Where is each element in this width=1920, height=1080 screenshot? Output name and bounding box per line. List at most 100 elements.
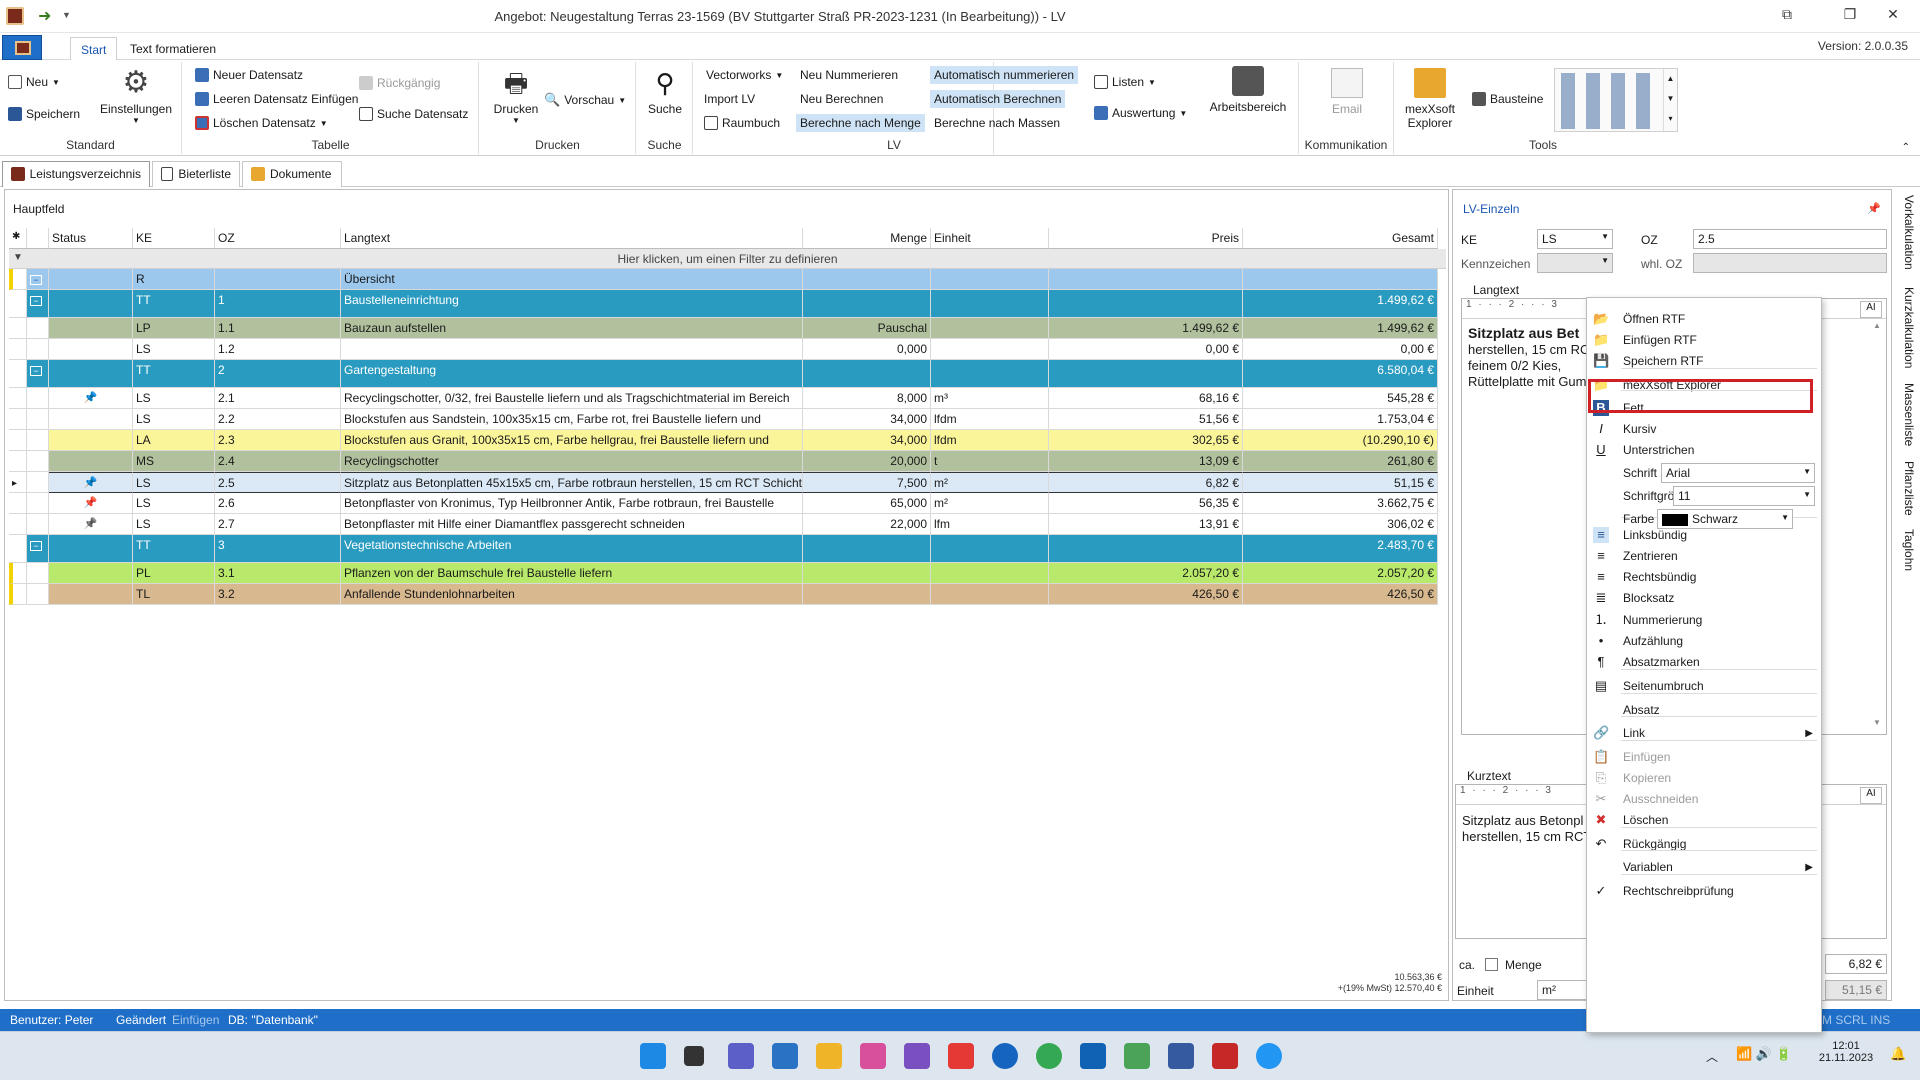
menu-item-rechtschreibprüfung[interactable]: ✓ Rechtschreibprüfung	[1587, 880, 1821, 902]
automatisch-berechnen-button[interactable]: Automatisch Berechnen	[930, 90, 1066, 108]
clock[interactable]: 12:01 21.11.2023	[1810, 1040, 1882, 1064]
music-icon[interactable]	[860, 1043, 886, 1069]
row-indicator[interactable]: ▸	[9, 472, 27, 493]
row-expander[interactable]	[27, 318, 49, 339]
tab-start[interactable]: Start	[70, 37, 118, 61]
col-header-gesamt[interactable]: Gesamt	[1243, 228, 1438, 249]
collapse-icon[interactable]: −	[30, 541, 42, 551]
sidetab-massenliste[interactable]: Massenliste	[1896, 383, 1916, 446]
table-row[interactable]: ▸ 📌 LS 2.5 Sitzplatz aus Betonplatten 45x15x…	[9, 472, 1446, 493]
row-indicator[interactable]	[9, 409, 27, 430]
row-indicator[interactable]	[9, 339, 27, 360]
auswertung-button[interactable]: Auswertung ▼	[1094, 106, 1187, 120]
status-pin-icon[interactable]: 📌	[52, 391, 129, 404]
drucken-button[interactable]: 🖶 Drucken ▼	[486, 68, 546, 125]
suche-button[interactable]: ⚲ Suche	[641, 68, 689, 116]
menu-item-blocksatz[interactable]: ≣ Blocksatz	[1587, 587, 1821, 609]
maximize-icon[interactable]: ❐	[1835, 6, 1865, 26]
col-header-ke[interactable]: KE	[133, 228, 215, 249]
snipping-icon[interactable]	[904, 1043, 930, 1069]
collapse-icon[interactable]: −	[30, 296, 42, 306]
anydesk-icon[interactable]	[948, 1043, 974, 1069]
neu-button[interactable]: Neu ▼	[8, 75, 60, 89]
bausteine-button[interactable]: Bausteine	[1472, 92, 1543, 106]
tab-dokumente[interactable]: Dokumente	[242, 161, 342, 187]
menu-item-absatz[interactable]: Absatz	[1587, 699, 1821, 721]
table-row[interactable]: − TT 1 Baustelleneinrichtung 1.499,62 €	[9, 290, 1446, 318]
row-indicator[interactable]	[9, 388, 27, 409]
row-expander[interactable]	[27, 584, 49, 605]
teamviewer-icon[interactable]	[992, 1043, 1018, 1069]
preis-field[interactable]: 6,82 €	[1825, 954, 1887, 974]
ke-select[interactable]: LS ▼	[1537, 229, 1613, 249]
neuer-datensatz-button[interactable]: Neuer Datensatz	[195, 68, 303, 82]
speichern-button[interactable]: Speichern	[8, 107, 80, 121]
menu-item-öffnen-rtf[interactable]: 📂 Öffnen RTF	[1587, 308, 1821, 330]
row-indicator[interactable]	[9, 360, 27, 388]
table-row[interactable]: 📌 LS 2.1 Recyclingschotter, 0/32, frei Baus…	[9, 388, 1446, 409]
row-expander[interactable]	[27, 339, 49, 360]
row-expander[interactable]: −	[27, 535, 49, 563]
tab-text-formatieren[interactable]: Text formatieren	[120, 37, 226, 61]
row-indicator[interactable]	[9, 269, 27, 290]
table-row[interactable]: LA 2.3 Blockstufen aus Granit, 100x35x15 c…	[9, 430, 1446, 451]
mexxsoft-taskbar-icon[interactable]	[1124, 1043, 1150, 1069]
table-row[interactable]: 📌 LS 2.6 Betonpflaster von Kronimus, Typ He…	[9, 493, 1446, 514]
vectorworks-button[interactable]: Vectorworks ▼	[706, 68, 783, 82]
tools-gallery[interactable]: ▲ ▼ ▾	[1554, 68, 1678, 132]
file-explorer-icon[interactable]	[816, 1043, 842, 1069]
einstellungen-button[interactable]: ⚙ Einstellungen ▼	[98, 68, 174, 126]
collapse-icon[interactable]: −	[30, 366, 42, 376]
farbe-field[interactable]: Schwarz ▼	[1657, 509, 1793, 529]
menu-item-zentrieren[interactable]: ≡ Zentrieren	[1587, 545, 1821, 567]
col-header-preis[interactable]: Preis	[1049, 228, 1243, 249]
row-indicator[interactable]	[9, 451, 27, 472]
neu-berechnen-button[interactable]: Neu Berechnen	[800, 92, 883, 106]
oz-field[interactable]: 2.5	[1693, 229, 1887, 249]
row-expander[interactable]	[27, 451, 49, 472]
table-row[interactable]: TL 3.2 Anfallende Stundenlohnarbeiten 426,5…	[9, 584, 1446, 605]
pin-icon[interactable]: 📌	[1867, 202, 1881, 215]
row-expander[interactable]	[27, 472, 49, 493]
import-lv-button[interactable]: Import LV	[704, 92, 755, 106]
leeren-datensatz-button[interactable]: Leeren Datensatz Einfügen	[195, 92, 358, 106]
listen-button[interactable]: Listen ▼	[1094, 75, 1156, 89]
row-expander[interactable]	[27, 430, 49, 451]
sidetab-pflanzliste[interactable]: Pflanzliste	[1896, 461, 1916, 516]
table-row[interactable]: − TT 3 Vegetationstechnische Arbeiten 2.483,…	[9, 535, 1446, 563]
schrift-field[interactable]: Arial ▼	[1661, 463, 1815, 483]
windows-start-icon[interactable]	[640, 1043, 666, 1069]
table-row[interactable]: PL 3.1 Pflanzen von der Baumschule frei Ba…	[9, 563, 1446, 584]
suche-datensatz-button[interactable]: Suche Datensatz	[359, 107, 468, 121]
col-header-langtext[interactable]: Langtext	[341, 228, 803, 249]
status-pin-icon[interactable]: 📌	[52, 517, 129, 530]
restore-icon[interactable]: ⧉	[1772, 6, 1802, 26]
globe-app-icon[interactable]	[1256, 1043, 1282, 1069]
tab-leistungsverzeichnis[interactable]: Leistungsverzeichnis	[2, 161, 150, 187]
vorschau-button[interactable]: 🔍 Vorschau ▼	[544, 92, 626, 108]
email-button[interactable]: Email	[1317, 68, 1377, 116]
menu-item-aufzählung[interactable]: • Aufzählung	[1587, 630, 1821, 652]
table-row[interactable]: LS 2.2 Blockstufen aus Sandstein, 100x35x1…	[9, 409, 1446, 430]
collapse-ribbon-icon[interactable]: ⌃	[1902, 142, 1910, 153]
raumbuch-button[interactable]: Raumbuch	[704, 116, 780, 130]
menu-item-kopieren[interactable]: ⎘ Kopieren	[1587, 767, 1821, 789]
ca-checkbox[interactable]	[1485, 958, 1498, 971]
rueckgaengig-button[interactable]: Rückgängig	[359, 76, 440, 90]
menu-item-kursiv[interactable]: I Kursiv	[1587, 418, 1821, 440]
row-expander[interactable]	[27, 493, 49, 514]
table-row[interactable]: LP 1.1 Bauzaun aufstellen Pauschal 1.499,62 …	[9, 318, 1446, 339]
close-icon[interactable]: ✕	[1878, 6, 1908, 26]
sidetab-taglohn[interactable]: Taglohn	[1896, 529, 1916, 571]
teams-icon[interactable]	[728, 1043, 754, 1069]
col-header-einheit[interactable]: Einheit	[931, 228, 1049, 249]
whl-oz-field[interactable]	[1693, 253, 1887, 273]
remote-desktop-icon[interactable]	[1168, 1043, 1194, 1069]
loeschen-datensatz-button[interactable]: Löschen Datensatz ▼	[195, 116, 328, 130]
menu-item-einfügen-rtf[interactable]: 📁 Einfügen RTF	[1587, 329, 1821, 351]
row-indicator[interactable]	[9, 493, 27, 514]
status-pin-icon[interactable]: 📌	[52, 496, 129, 509]
row-indicator[interactable]	[9, 535, 27, 563]
menu-item-nummerierung[interactable]: ⒈ Nummerierung	[1587, 609, 1821, 631]
sidetab-vorkalkulation[interactable]: Vorkalkulation	[1896, 195, 1916, 270]
